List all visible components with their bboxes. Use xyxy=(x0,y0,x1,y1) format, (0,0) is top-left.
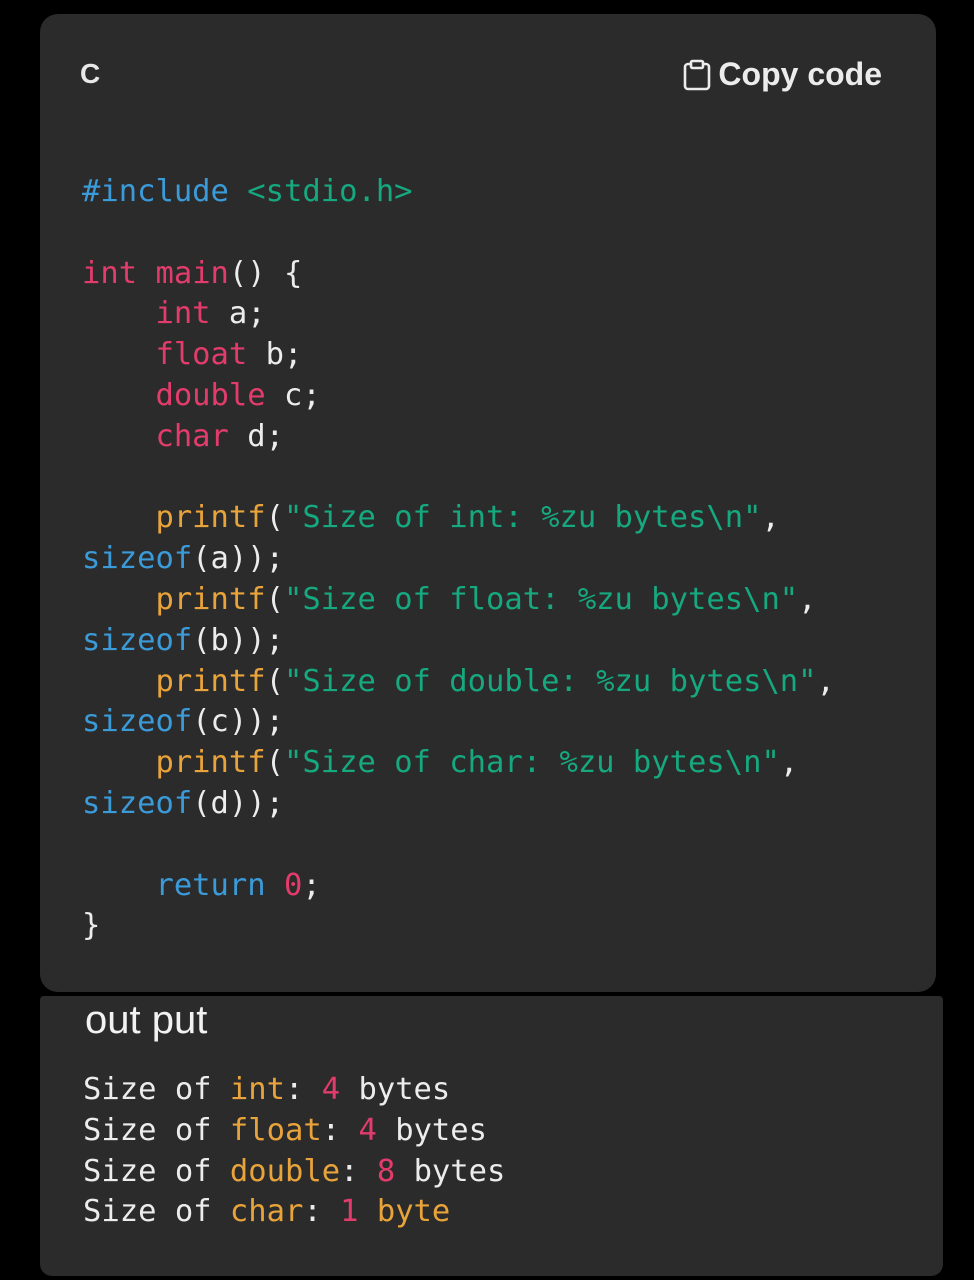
plain-token: , xyxy=(779,745,799,781)
code-line: printf("Size of char: %zu bytes\n", xyxy=(82,743,835,784)
output-block: out put Size of int: 4 bytes Size of floa… xyxy=(40,996,943,1276)
output-line: Size of int: 4 bytes xyxy=(83,1070,505,1111)
include-header-token: <stdio.h> xyxy=(247,174,413,209)
plain-token: , xyxy=(761,500,780,536)
preprocessor-token: #include xyxy=(82,174,229,209)
code-block: C Copy code #include <stdio.h> int main()… xyxy=(40,14,936,992)
copy-code-button[interactable]: Copy code xyxy=(682,56,882,93)
plain-token: ; xyxy=(302,867,321,903)
plain-token: (b)); xyxy=(192,622,285,658)
copy-code-label: Copy code xyxy=(718,56,882,92)
plain-token: , xyxy=(816,663,835,699)
function-token: printf xyxy=(155,581,266,617)
builtin-token: sizeof xyxy=(82,541,193,577)
output-value: 8 xyxy=(376,1153,396,1189)
output-unit: bytes xyxy=(395,1153,506,1189)
plain-token: b; xyxy=(247,337,303,373)
clipboard-icon xyxy=(682,59,712,91)
output-value: 4 xyxy=(358,1112,377,1148)
code-line: sizeof(d)); xyxy=(82,784,835,825)
output-title: out put xyxy=(85,998,208,1042)
output-prefix: Size of xyxy=(83,1072,230,1107)
keyword-token: char xyxy=(155,418,229,454)
code-line: return 0; xyxy=(82,866,835,907)
keyword-token: return xyxy=(155,867,266,903)
output-type: float xyxy=(229,1112,322,1148)
builtin-token: sizeof xyxy=(82,785,193,821)
keyword-token: int xyxy=(155,296,211,332)
output-value: 4 xyxy=(321,1072,341,1107)
plain-token: (d)); xyxy=(192,785,285,821)
output-value: 1 xyxy=(340,1194,359,1230)
output-content[interactable]: Size of int: 4 bytes Size of float: 4 byt… xyxy=(83,1070,505,1233)
code-line: printf("Size of float: %zu bytes\n", xyxy=(82,580,835,621)
output-colon: : xyxy=(285,1072,322,1107)
output-prefix: Size of xyxy=(83,1194,230,1230)
plain-token: ( xyxy=(265,745,285,781)
code-line: int a; xyxy=(82,294,835,335)
code-line: sizeof(c)); xyxy=(82,702,835,743)
code-line: sizeof(a)); xyxy=(82,539,835,580)
plain-token: (c)); xyxy=(192,704,285,740)
string-token: "Size of float: %zu bytes\n" xyxy=(284,581,799,617)
builtin-token: sizeof xyxy=(82,622,193,658)
keyword-token: float xyxy=(155,337,248,373)
output-line: Size of double: 8 bytes xyxy=(83,1152,505,1193)
function-token: printf xyxy=(155,745,266,781)
code-line: sizeof(b)); xyxy=(82,621,835,662)
plain-token: c; xyxy=(265,377,321,413)
code-line: printf("Size of int: %zu bytes\n", xyxy=(82,498,835,539)
language-label: C xyxy=(80,58,101,89)
code-content[interactable]: #include <stdio.h> int main() { int a; fl… xyxy=(82,172,835,947)
keyword-token: int xyxy=(82,255,138,291)
output-line: Size of char: 1 byte xyxy=(83,1192,505,1233)
string-token: "Size of int: %zu bytes\n" xyxy=(284,500,762,536)
plain-token: , xyxy=(798,581,817,617)
number-token: 0 xyxy=(284,867,303,903)
plain-token: a; xyxy=(210,296,266,332)
code-line: int main() { xyxy=(82,254,835,295)
plain-token: ( xyxy=(265,663,285,699)
code-line: printf("Size of double: %zu bytes\n", xyxy=(82,662,835,703)
output-colon: : xyxy=(340,1153,377,1189)
output-unit: byte xyxy=(358,1194,451,1230)
keyword-token: double xyxy=(155,377,266,413)
plain-token: () { xyxy=(228,255,303,291)
string-token: "Size of double: %zu bytes\n" xyxy=(284,663,817,699)
code-line: double c; xyxy=(82,376,835,417)
output-type: char xyxy=(229,1194,304,1230)
code-line: char d; xyxy=(82,417,835,458)
code-line: float b; xyxy=(82,335,835,376)
function-name-token: main xyxy=(155,255,229,291)
output-unit: bytes xyxy=(376,1112,488,1148)
plain-token: ( xyxy=(265,500,285,536)
code-line: #include <stdio.h> xyxy=(82,172,835,213)
output-prefix: Size of xyxy=(83,1112,230,1148)
code-line: } xyxy=(82,906,835,947)
string-token: "Size of char: %zu bytes\n" xyxy=(284,745,780,781)
function-token: printf xyxy=(155,663,266,699)
output-prefix: Size of xyxy=(83,1153,230,1189)
builtin-token: sizeof xyxy=(82,704,193,740)
output-type: int xyxy=(229,1072,285,1107)
output-unit: bytes xyxy=(340,1072,451,1107)
plain-token: ( xyxy=(265,581,285,617)
plain-token: } xyxy=(82,908,101,944)
output-type: double xyxy=(229,1153,341,1189)
plain-token: (a)); xyxy=(192,541,285,577)
output-colon: : xyxy=(303,1194,341,1230)
output-colon: : xyxy=(321,1112,359,1148)
plain-token: d; xyxy=(228,418,284,454)
output-line: Size of float: 4 bytes xyxy=(83,1111,505,1152)
function-token: printf xyxy=(155,500,266,536)
code-block-header: C Copy code xyxy=(40,14,936,144)
